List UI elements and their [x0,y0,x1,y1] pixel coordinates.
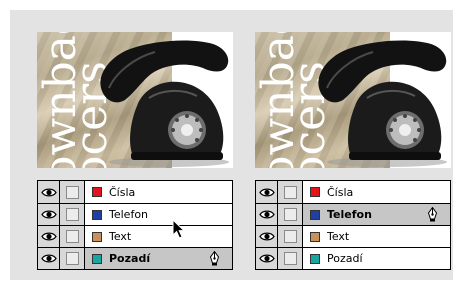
visibility-toggle[interactable] [38,226,60,247]
layer-name: Telefon [327,208,372,221]
lock-checkbox[interactable] [283,185,297,199]
layer-row-pozadi[interactable]: Pozadí [256,247,450,269]
layer-name: Čísla [109,185,136,199]
layers-panel: Čísla Telefon Text Pozadí [255,180,451,270]
visibility-toggle[interactable] [256,204,278,225]
layers-panel: Čísla Telefon Text Pozadí [37,180,233,270]
visibility-toggle[interactable] [256,181,278,203]
eye-icon [40,188,57,196]
lock-toggle[interactable] [278,226,303,247]
visibility-toggle[interactable] [256,248,278,269]
layer-name-cell[interactable]: Text [303,226,450,247]
layer-color-swatch [310,187,320,197]
layer-name: Text [109,230,132,243]
layer-row-cisla[interactable]: Čísla [38,181,232,203]
layer-name: Čísla [327,185,354,199]
layer-row-telefon[interactable]: Telefon [38,203,232,225]
lock-toggle[interactable] [60,226,85,247]
layer-name: Telefon [109,208,149,221]
artwork-preview: ownbag ocers [255,32,451,168]
layer-color-swatch [92,253,102,264]
lock-toggle[interactable] [60,181,85,203]
pen-icon [209,251,220,266]
layer-name-cell[interactable]: Telefon [85,204,232,225]
eye-icon [258,232,275,241]
lock-toggle[interactable] [60,204,85,225]
lock-checkbox[interactable] [65,208,79,221]
lock-toggle[interactable] [278,181,303,203]
lock-checkbox[interactable] [65,230,79,243]
panel-after: ownbag ocers Čísla Telefon Text Pozadí [255,32,451,270]
lock-checkbox[interactable] [65,252,79,265]
layer-name-cell[interactable]: Čísla [303,181,450,203]
layer-row-text[interactable]: Text [38,225,232,247]
lock-checkbox[interactable] [283,230,297,243]
lock-toggle[interactable] [278,204,303,225]
layer-name-cell[interactable]: Pozadí [303,248,450,269]
layer-row-text[interactable]: Text [256,225,450,247]
layer-color-swatch [92,209,102,220]
layer-row-pozadi[interactable]: Pozadí [38,247,232,269]
visibility-toggle[interactable] [256,226,278,247]
eye-icon [40,232,57,241]
artwork-preview: ownbag ocers [37,32,233,168]
eye-icon [258,210,275,219]
layer-name: Text [327,230,350,243]
telephone-image [318,40,447,167]
visibility-toggle[interactable] [38,248,60,269]
layer-color-swatch [92,231,102,242]
pen-icon [427,207,438,222]
illustration-stage: ownbag ocers Čísla Telefon Text Pozadí o… [10,10,453,280]
layer-name-cell[interactable]: Čísla [85,181,232,203]
layer-color-swatch [310,209,320,220]
layer-row-cisla[interactable]: Čísla [256,181,450,203]
telephone-image [100,40,229,167]
layer-row-telefon[interactable]: Telefon [256,203,450,225]
eye-icon [40,254,57,263]
lock-checkbox[interactable] [65,185,79,199]
layer-color-swatch [310,231,320,242]
layer-name-cell[interactable]: Text [85,226,232,247]
eye-icon [258,188,275,196]
visibility-toggle[interactable] [38,204,60,225]
lock-checkbox[interactable] [283,208,297,221]
layer-color-swatch [92,187,102,197]
layer-name: Pozadí [327,252,363,265]
lock-toggle[interactable] [278,248,303,269]
layer-name: Pozadí [109,252,151,265]
eye-icon [40,210,57,219]
lock-toggle[interactable] [60,248,85,269]
panel-before: ownbag ocers Čísla Telefon Text Pozadí [37,32,233,270]
arrow-cursor-icon [172,219,186,239]
lock-checkbox[interactable] [283,252,297,265]
eye-icon [258,254,275,263]
visibility-toggle[interactable] [38,181,60,203]
layer-color-swatch [310,253,320,264]
